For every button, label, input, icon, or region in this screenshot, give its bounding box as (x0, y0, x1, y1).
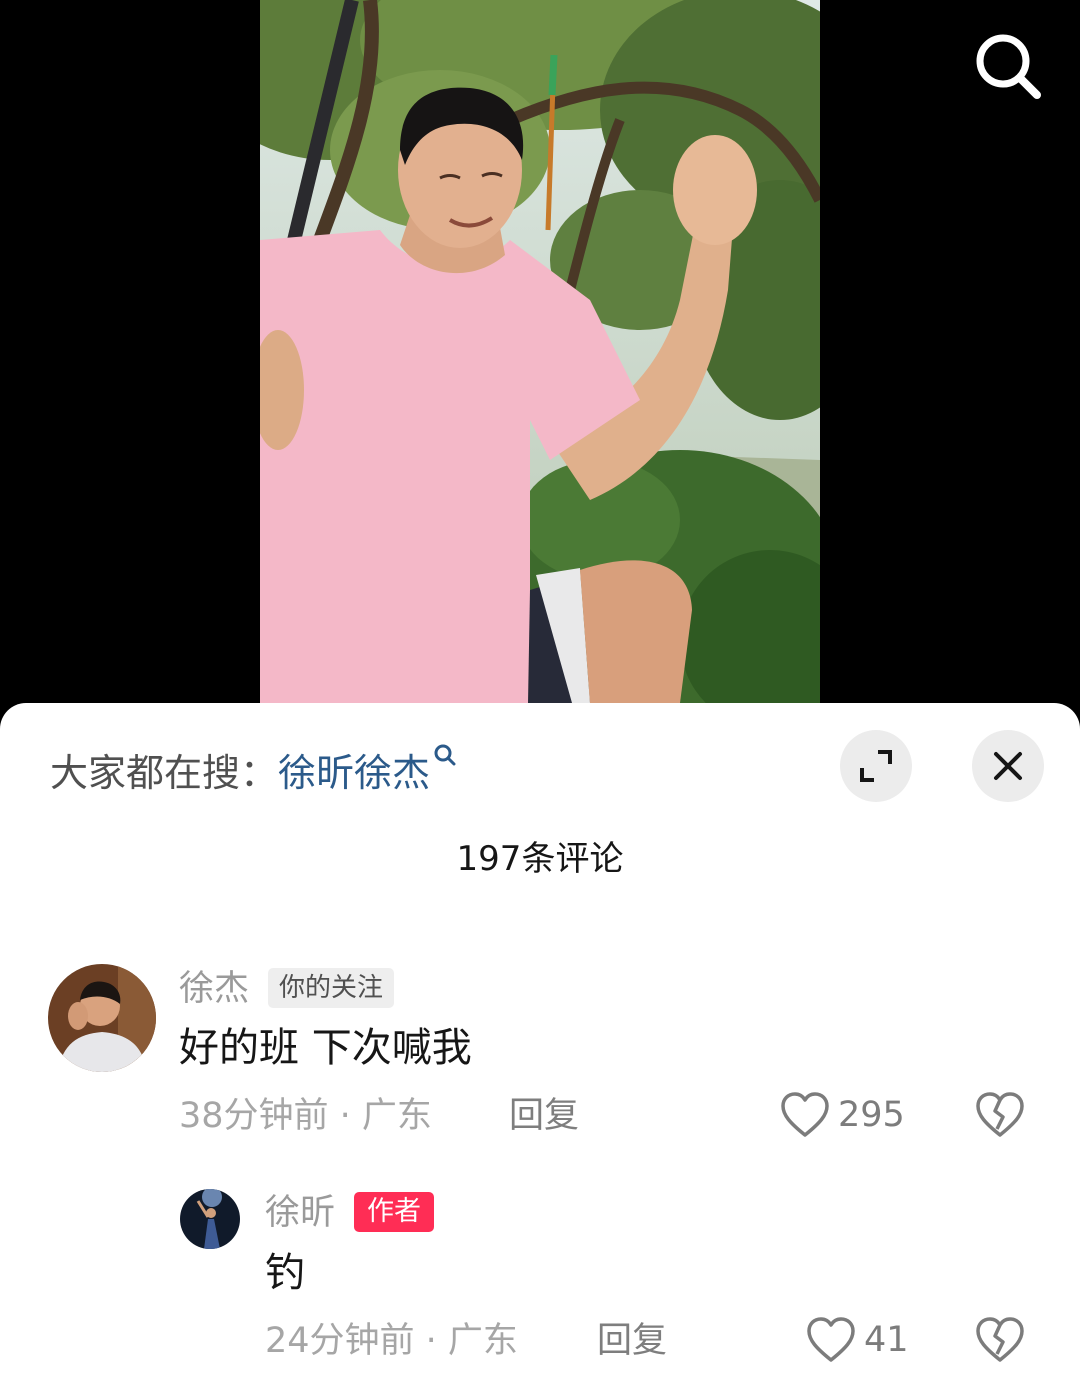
video-image (260, 0, 820, 703)
comment-time-location: 24分钟前 · 广东 (265, 1321, 518, 1361)
expand-icon (860, 750, 892, 782)
comment-text: 钓 (265, 1250, 305, 1296)
comment-count: 197条评论 (456, 839, 624, 879)
like-button[interactable]: 295 (780, 1091, 905, 1139)
broken-heart-icon (976, 1317, 1024, 1362)
close-button[interactable] (972, 730, 1044, 802)
comment-panel: 大家都在搜： 徐昕徐杰 197条评论 徐杰 你的关注 好的班 下次喊我 38分钟… (0, 703, 1080, 1392)
avatar[interactable] (180, 1189, 240, 1249)
video-frame[interactable] (260, 0, 820, 703)
search-small-icon (434, 744, 456, 765)
trending-query-text: 徐昕徐杰 (278, 750, 431, 795)
close-icon (994, 752, 1022, 780)
avatar[interactable] (48, 964, 156, 1072)
reply-button[interactable]: 回复 (597, 1320, 667, 1362)
video-player[interactable] (0, 0, 1080, 703)
heart-icon (781, 1092, 829, 1137)
like-button[interactable]: 41 (806, 1316, 909, 1364)
comment-text: 好的班 下次喊我 (179, 1025, 472, 1071)
search-button[interactable] (970, 28, 1046, 104)
comment-time-location: 38分钟前 · 广东 (179, 1096, 432, 1136)
trending-query-link[interactable]: 徐昕徐杰 (278, 742, 458, 797)
comment-author[interactable]: 徐昕 (265, 1192, 335, 1234)
search-icon (976, 34, 1041, 99)
broken-heart-icon (976, 1092, 1024, 1137)
dislike-button[interactable] (975, 1091, 1025, 1143)
comment-author[interactable]: 徐杰 (179, 968, 249, 1010)
author-badge: 作者 (354, 1192, 434, 1232)
heart-icon (807, 1317, 855, 1362)
following-badge: 你的关注 (268, 968, 395, 1008)
trending-label: 大家都在搜： (50, 750, 279, 795)
like-count: 41 (864, 1320, 909, 1360)
dislike-button[interactable] (975, 1316, 1025, 1368)
avatar-image (48, 964, 156, 1072)
like-count: 295 (838, 1095, 905, 1135)
expand-button[interactable] (840, 730, 912, 802)
avatar-image (180, 1189, 240, 1249)
trending-search-bar: 大家都在搜： 徐昕徐杰 (50, 743, 458, 795)
reply-button[interactable]: 回复 (509, 1095, 579, 1137)
